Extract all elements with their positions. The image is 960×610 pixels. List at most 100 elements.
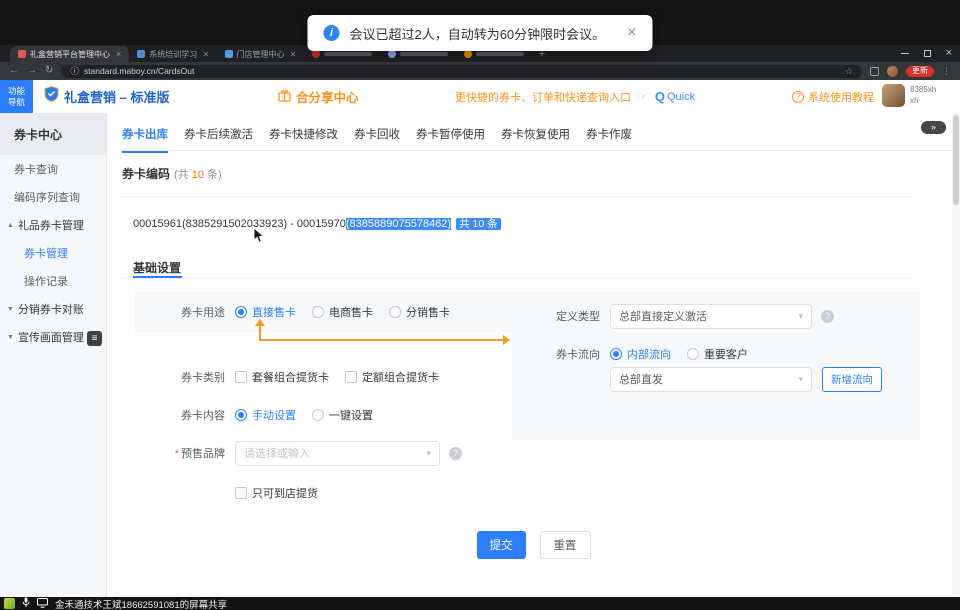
radio-ecommerce-sale[interactable]: 电商售卡 (312, 304, 373, 320)
browser-tab-active[interactable]: 礼盒营销平台管理中心 × (10, 46, 129, 62)
tutorial-link[interactable]: ? 系统使用教程 (792, 80, 874, 113)
app-body: 券卡中心 券卡查询 编码序列查询 ▲ 礼品券卡管理 券卡管理 (0, 113, 960, 597)
avatar (882, 84, 905, 107)
sidebar-item-card-query[interactable]: 券卡查询 (0, 155, 106, 183)
tab-close-icon[interactable]: × (291, 50, 296, 59)
sidebar-item-label: 券卡管理 (24, 245, 68, 261)
radio-distribution-sale[interactable]: 分销售卡 (389, 304, 450, 320)
field-card-usage: 券卡用途 直接售卡 电商售卡 分销售卡 (135, 299, 466, 325)
tab-title: 礼盒营销平台管理中心 (30, 49, 110, 60)
sidebar-item-label: 操作记录 (24, 273, 68, 289)
tab-card-suspend[interactable]: 券卡暂停使用 (416, 126, 485, 153)
back-icon[interactable]: ← (9, 66, 19, 76)
screen-share-icon[interactable] (37, 595, 48, 610)
minimize-icon[interactable] (901, 53, 909, 54)
field-card-flow: 券卡流向 内部流向 重要客户 (512, 341, 764, 367)
tab-card-recycle[interactable]: 券卡回收 (354, 126, 400, 153)
checkbox-store-pickup-only[interactable]: 只可到店提货 (235, 485, 318, 501)
help-icon: ? (792, 91, 804, 103)
tab-close-icon[interactable]: × (116, 50, 121, 59)
tab-card-outbound[interactable]: 券卡出库 (122, 126, 168, 153)
share-center-link[interactable]: 合分享中心 (278, 80, 359, 113)
sidebar-title: 券卡中心 (0, 113, 106, 155)
close-window-icon[interactable]: × (946, 48, 952, 59)
checkbox-combo-pickup-card[interactable]: 套餐组合提货卡 (235, 369, 329, 385)
radio-important-customer[interactable]: 重要客户 (687, 346, 748, 362)
quick-link[interactable]: Q Quick (655, 89, 695, 104)
browser-tab[interactable]: 系统培训学习 × (129, 46, 216, 62)
sidebar-item-label: 编码序列查询 (14, 189, 80, 205)
sidebar-item-code-sequence-query[interactable]: 编码序列查询 (0, 183, 106, 211)
tab-close-icon[interactable]: × (203, 50, 208, 59)
tab-card-quick-edit[interactable]: 券卡快捷修改 (269, 126, 338, 153)
submit-button[interactable]: 提交 (477, 531, 526, 559)
radio-off-icon (312, 306, 324, 318)
help-circle-icon: ? (449, 447, 462, 460)
definition-type-select[interactable]: 总部直接定义激活 ▾ (610, 304, 812, 329)
pointer-icon: ☞ (638, 90, 648, 103)
sidebar-item-card-mgmt[interactable]: 券卡管理 (0, 239, 106, 267)
chevron-down-icon: ▾ (426, 449, 431, 458)
radio-on-icon (610, 348, 622, 360)
sidebar-item-label: 券卡查询 (14, 161, 58, 177)
checkbox-fixed-combo-pickup-card[interactable]: 定额组合提货卡 (345, 369, 439, 385)
field-card-content: 券卡内容 手动设置 一键设置 (135, 402, 389, 428)
maximize-icon[interactable] (924, 50, 931, 57)
url-text: standard.maboy.cn/CardsOut (84, 66, 194, 76)
sidebar-group-distribution-card[interactable]: ▼ 分销券卡对账 (0, 295, 106, 323)
browser-tab[interactable]: 门店管理中心 × (217, 46, 304, 62)
sidebar-collapse-toggle[interactable]: ≡ (87, 331, 102, 346)
divider (122, 150, 952, 151)
browser-window: 礼盒营销平台管理中心 × 系统培训学习 × 门店管理中心 × (0, 45, 960, 597)
count-suffix: 条) (204, 169, 222, 181)
radio-direct-sale[interactable]: 直接售卡 (235, 304, 296, 320)
user-account[interactable]: 8385xh xh· (882, 84, 936, 107)
checkbox-label: 定额组合提货卡 (362, 369, 439, 385)
tutorial-label: 系统使用教程 (808, 89, 874, 105)
card-code-range: 00015961(8385291502033923) - 00015970(83… (133, 216, 501, 231)
brand-select[interactable]: 请选择或输入 ▾ (235, 441, 440, 466)
sidebar-group-gift-card-mgmt[interactable]: ▲ 礼品券卡管理 (0, 211, 106, 239)
triangle-up-icon: ▲ (7, 222, 14, 229)
field-label: 券卡用途 (135, 304, 225, 320)
collapse-panel-button[interactable]: » (921, 121, 946, 134)
add-flow-button[interactable]: 新增流向 (822, 367, 882, 392)
flow-channel-select[interactable]: 总部直发 ▾ (610, 367, 812, 392)
address-bar[interactable]: ⓘ standard.maboy.cn/CardsOut ☆ (61, 65, 862, 78)
page-tabs: 券卡出库 券卡后续激活 券卡快捷修改 券卡回收 券卡暂停使用 券卡恢复使用 券卡… (122, 126, 632, 153)
radio-manual-setup[interactable]: 手动设置 (235, 407, 296, 423)
quick-q-icon: Q (655, 89, 665, 104)
promo-area: 更快捷的券卡、订单和快递查询入口 ☞ Q Quick (455, 80, 695, 113)
field-label: 券卡流向 (512, 346, 600, 362)
tab-title: 门店管理中心 (237, 49, 285, 60)
radio-off-icon (389, 306, 401, 318)
sidebar: 券卡中心 券卡查询 编码序列查询 ▲ 礼品券卡管理 券卡管理 (0, 113, 107, 597)
bookmark-star-icon[interactable]: ☆ (845, 66, 853, 77)
nav-toggle-line1: 功能 (8, 86, 25, 97)
microphone-icon[interactable] (22, 595, 30, 610)
form-actions: 提交 重置 (107, 531, 960, 559)
tab-card-resume[interactable]: 券卡恢复使用 (501, 126, 570, 153)
site-info-icon[interactable]: ⓘ (70, 65, 79, 77)
forward-icon[interactable]: → (27, 66, 37, 76)
function-nav-button[interactable]: 功能 导航 (0, 80, 33, 113)
field-label-text: 预售品牌 (181, 448, 225, 460)
tab-card-void[interactable]: 券卡作废 (586, 126, 632, 153)
browser-menu-icon[interactable]: ⋮ (942, 67, 951, 76)
scrollbar[interactable] (952, 113, 960, 597)
scrollbar-thumb[interactable] (953, 115, 959, 205)
extensions-icon[interactable] (870, 67, 879, 76)
radio-internal-flow[interactable]: 内部流向 (610, 346, 671, 362)
reload-icon[interactable]: ↻ (45, 66, 53, 76)
browser-update-button[interactable]: 更新 (906, 66, 934, 77)
tab-card-activate[interactable]: 券卡后续激活 (184, 126, 253, 153)
field-label: *预售品牌 (135, 445, 225, 461)
sidebar-item-operation-log[interactable]: 操作记录 (0, 267, 106, 295)
code-count-badge: 共 10 条 (456, 218, 501, 230)
reset-button[interactable]: 重置 (540, 531, 591, 559)
radio-one-click-setup[interactable]: 一键设置 (312, 407, 373, 423)
toast-close-icon[interactable]: × (627, 25, 636, 41)
radio-label: 直接售卡 (252, 304, 296, 320)
browser-profile-avatar[interactable] (887, 66, 898, 77)
favicon (464, 50, 472, 58)
